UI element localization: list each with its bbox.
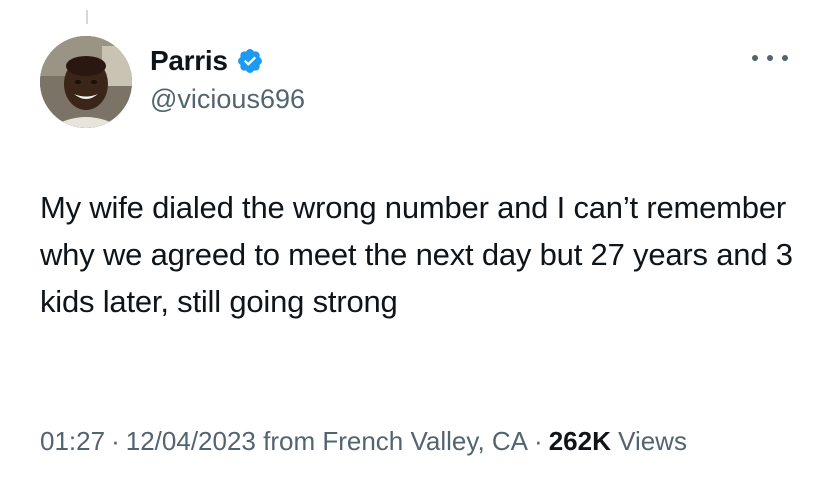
more-horizontal-icon[interactable] xyxy=(752,52,788,64)
meta-separator: · xyxy=(534,426,543,456)
views-label: Views xyxy=(618,426,687,456)
avatar[interactable] xyxy=(40,36,132,128)
tweet-time[interactable]: 01:27 xyxy=(40,426,105,456)
author-name-row: Parris xyxy=(150,44,264,78)
tweet-meta: 01:27 · 12/04/2023 from French Valley, CA ·… xyxy=(40,426,687,457)
author-display-name[interactable]: Parris xyxy=(150,45,228,77)
more-dot xyxy=(752,55,758,61)
meta-separator: · xyxy=(111,426,120,456)
tweet-text: My wife dialed the wrong number and I ca… xyxy=(40,190,793,319)
verified-badge-icon xyxy=(237,49,262,73)
avatar-photo xyxy=(40,36,132,128)
tweet-date[interactable]: 12/04/2023 xyxy=(126,426,256,456)
more-dot xyxy=(782,55,788,61)
author-handle[interactable]: @vicious696 xyxy=(150,84,305,115)
views-count[interactable]: 262K xyxy=(549,426,611,456)
more-dot xyxy=(767,55,773,61)
thread-connector-line xyxy=(86,10,88,24)
tweet-location: from French Valley, CA xyxy=(263,426,529,456)
